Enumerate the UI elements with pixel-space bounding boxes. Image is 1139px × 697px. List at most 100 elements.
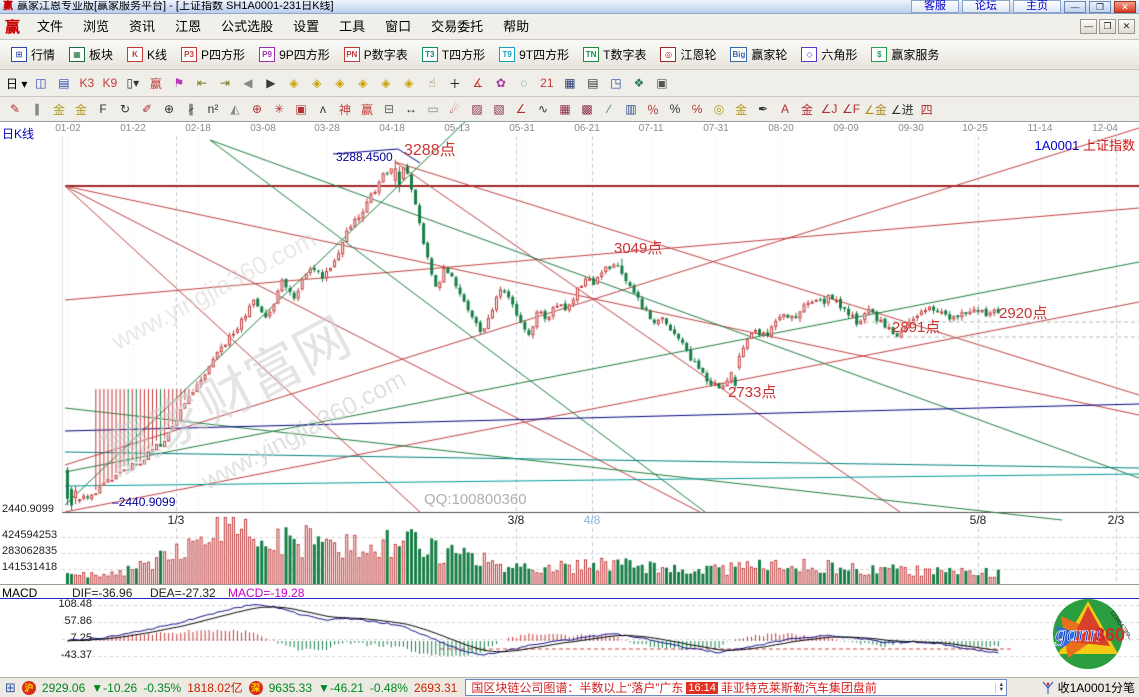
view-tool-icon[interactable]: ▶ [260, 74, 281, 93]
view-tool-icon[interactable]: ⇤ [191, 74, 212, 93]
view-tool-icon[interactable]: K9 [99, 74, 120, 93]
draw-tool-icon[interactable]: ▧ [489, 100, 509, 118]
view-tool-icon[interactable]: ▤ [582, 74, 603, 93]
draw-tool-icon[interactable]: 赢 [357, 100, 377, 118]
draw-tool-icon[interactable]: ⊟ [379, 100, 399, 118]
view-tool-icon[interactable]: ◈ [375, 74, 396, 93]
draw-tool-icon[interactable]: ✳ [269, 100, 289, 118]
feature-toolbar-button[interactable]: T3 T四方形 [422, 46, 485, 63]
draw-tool-icon[interactable]: 四 [917, 100, 937, 118]
menu-item[interactable]: 帮助 [493, 15, 539, 39]
customer-service-link[interactable]: 客服 [911, 0, 959, 13]
draw-tool-icon[interactable]: ▭ [423, 100, 443, 118]
view-tool-icon[interactable]: K3 [76, 74, 97, 93]
draw-tool-icon[interactable]: ▩ [577, 100, 597, 118]
feature-toolbar-button[interactable]: $ 赢家服务 [871, 46, 939, 63]
draw-tool-icon[interactable]: ℅ [687, 100, 707, 118]
feature-toolbar-button[interactable]: ◎ 江恩轮 [660, 46, 716, 63]
market-grid-icon[interactable]: ⊞ [5, 680, 16, 696]
menu-item[interactable]: 工具 [329, 15, 375, 39]
view-tool-icon[interactable]: ❖ [628, 74, 649, 93]
draw-tool-icon[interactable]: 金 [731, 100, 751, 118]
feature-toolbar-button[interactable]: TN T数字表 [583, 46, 646, 63]
draw-tool-icon[interactable]: ∠ [511, 100, 531, 118]
view-tool-icon[interactable]: ☝ [421, 74, 442, 93]
feature-toolbar-button[interactable]: Big 赢家轮 [730, 46, 787, 63]
draw-tool-icon[interactable]: ∿ [533, 100, 553, 118]
shenzhen-badge[interactable]: 深 [249, 681, 263, 695]
draw-tool-icon[interactable]: ∠F [841, 100, 861, 118]
restore-button[interactable]: ❐ [1089, 1, 1111, 13]
minimize-button[interactable]: — [1064, 1, 1086, 13]
menu-item[interactable]: 江恩 [165, 15, 211, 39]
view-tool-icon[interactable]: 21 [536, 74, 557, 93]
ticker-headline-2[interactable]: 菲亚特克莱斯勒汽车集团盘前 [721, 679, 877, 696]
view-tool-icon[interactable]: ◈ [329, 74, 350, 93]
view-tool-icon[interactable]: ✿ [490, 74, 511, 93]
draw-tool-icon[interactable]: ✒ [753, 100, 773, 118]
draw-tool-icon[interactable]: A [775, 100, 795, 118]
view-tool-icon[interactable]: 赢 [145, 74, 166, 93]
view-tool-icon[interactable]: ∡ [467, 74, 488, 93]
draw-tool-icon[interactable]: ∠进 [890, 100, 915, 118]
draw-tool-icon[interactable]: ◎ [709, 100, 729, 118]
draw-tool-icon[interactable]: ʌ [313, 100, 333, 118]
feature-toolbar-button[interactable]: PN P数字表 [344, 46, 408, 63]
menu-item[interactable]: 窗口 [375, 15, 421, 39]
draw-tool-icon[interactable]: ⊕ [247, 100, 267, 118]
view-tool-icon[interactable]: ＋ [444, 74, 465, 93]
feature-toolbar-button[interactable]: P9 9P四方形 [259, 46, 330, 63]
draw-tool-icon[interactable]: n² [203, 100, 223, 118]
mdi-close-button[interactable]: ✕ [1118, 19, 1135, 34]
news-ticker[interactable]: 国区块链公司图谱：半数以上“落户”广东 16:14 菲亚特克莱斯勒汽车集团盘前 … [465, 679, 1007, 696]
view-tool-icon[interactable]: ◀ [237, 74, 258, 93]
menu-item[interactable]: 浏览 [73, 15, 119, 39]
forum-link[interactable]: 论坛 [962, 0, 1010, 13]
draw-tool-icon[interactable]: ∕ [599, 100, 619, 118]
draw-tool-icon[interactable]: ∠金 [863, 100, 888, 118]
view-tool-icon[interactable]: ◌ [513, 74, 534, 93]
draw-tool-icon[interactable]: ∠J [819, 100, 839, 118]
draw-tool-icon[interactable]: 金 [49, 100, 69, 118]
homepage-link[interactable]: 主页 [1013, 0, 1061, 13]
view-tool-icon[interactable]: ⇥ [214, 74, 235, 93]
feature-toolbar-button[interactable]: T9 9T四方形 [499, 46, 569, 63]
draw-tool-icon[interactable]: ∦ [181, 100, 201, 118]
mdi-minimize-button[interactable]: — [1080, 19, 1097, 34]
view-tool-icon[interactable]: ◈ [306, 74, 327, 93]
draw-tool-icon[interactable]: ✐ [137, 100, 157, 118]
draw-tool-icon[interactable]: ⊕ [159, 100, 179, 118]
spinner-down-icon[interactable]: ▼ [998, 688, 1004, 693]
draw-tool-icon[interactable]: ％ [643, 100, 663, 118]
menu-item[interactable]: 设置 [283, 15, 329, 39]
view-tool-icon[interactable]: ⚑ [168, 74, 189, 93]
view-tool-icon[interactable]: ▦ [559, 74, 580, 93]
draw-tool-icon[interactable]: ◭ [225, 100, 245, 118]
view-tool-icon[interactable]: ◫ [30, 74, 51, 93]
view-tool-icon[interactable]: ◈ [398, 74, 419, 93]
menu-item[interactable]: 资讯 [119, 15, 165, 39]
view-tool-icon[interactable]: ▤ [53, 74, 74, 93]
draw-tool-icon[interactable]: % [665, 100, 685, 118]
view-tool-icon[interactable]: ◈ [283, 74, 304, 93]
draw-tool-icon[interactable]: ∥ [27, 100, 47, 118]
draw-tool-icon[interactable]: ▥ [621, 100, 641, 118]
feature-toolbar-button[interactable]: ⊞ 行情 [11, 46, 55, 63]
view-tool-icon[interactable]: 日 ▾ [5, 74, 28, 93]
draw-tool-icon[interactable]: F [93, 100, 113, 118]
draw-tool-icon[interactable]: ▦ [555, 100, 575, 118]
close-button[interactable]: ✕ [1114, 1, 1136, 13]
draw-tool-icon[interactable]: 金 [797, 100, 817, 118]
draw-tool-icon[interactable]: ↻ [115, 100, 135, 118]
view-tool-icon[interactable]: ◳ [605, 74, 626, 93]
menu-item[interactable]: 公式选股 [211, 15, 283, 39]
draw-tool-icon[interactable]: ▨ [467, 100, 487, 118]
shanghai-badge[interactable]: 沪 [22, 681, 36, 695]
draw-tool-icon[interactable]: ☄ [445, 100, 465, 118]
gann360-logo[interactable]: 1234567890123456 gann 360 [1050, 596, 1130, 672]
ticker-spinner[interactable]: ▲ ▼ [995, 683, 1004, 693]
menu-item[interactable]: 交易委托 [421, 15, 493, 39]
feature-toolbar-button[interactable]: ◇ 六角形 [801, 46, 857, 63]
draw-tool-icon[interactable]: ↔ [401, 100, 421, 118]
view-tool-icon[interactable]: ▣ [651, 74, 672, 93]
